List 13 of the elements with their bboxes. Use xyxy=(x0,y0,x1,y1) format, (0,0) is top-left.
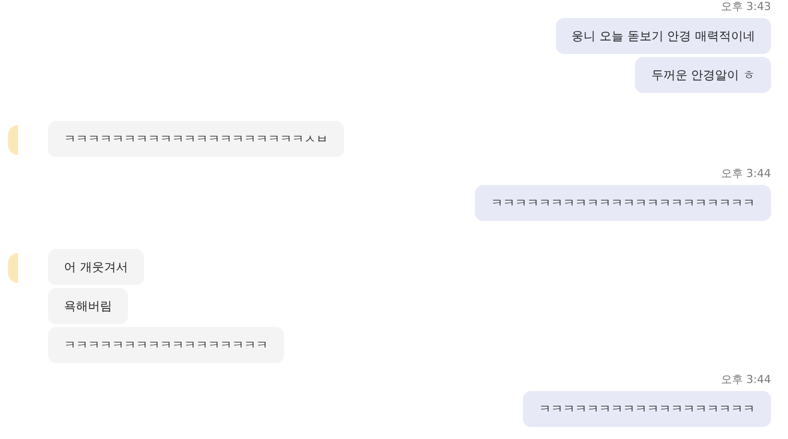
message-bubble: 웅니 오늘 돋보기 안경 매력적이네 xyxy=(556,18,771,54)
message-time: 오후 3:44 xyxy=(720,373,771,387)
message-bubble: ㅋㅋㅋㅋㅋㅋㅋㅋㅋㅋㅋㅋㅋㅋㅋㅋㅋㅋ xyxy=(523,391,771,427)
message-bubble: 욕해버림 xyxy=(48,288,128,324)
avatar-icon xyxy=(8,253,18,283)
message-bubble: ㅋㅋㅋㅋㅋㅋㅋㅋㅋㅋㅋㅋㅋㅋㅋㅋㅋㅋㅋㅋㅅㅂ xyxy=(48,121,344,157)
message-bubble: 두꺼운 안경알이 ㅎ xyxy=(635,57,771,93)
avatar-icon xyxy=(8,125,18,155)
message-bubble: ㅋㅋㅋㅋㅋㅋㅋㅋㅋㅋㅋㅋㅋㅋㅋㅋㅋ xyxy=(48,327,284,363)
message-bubble: 어 개웃겨서 xyxy=(48,249,144,285)
message-bubble: ㅋㅋㅋㅋㅋㅋㅋㅋㅋㅋㅋㅋㅋㅋㅋㅋㅋㅋㅋㅋㅋㅋ xyxy=(475,185,771,221)
message-time: 오후 3:44 xyxy=(720,167,771,181)
message-time: 오후 3:43 xyxy=(720,0,771,14)
